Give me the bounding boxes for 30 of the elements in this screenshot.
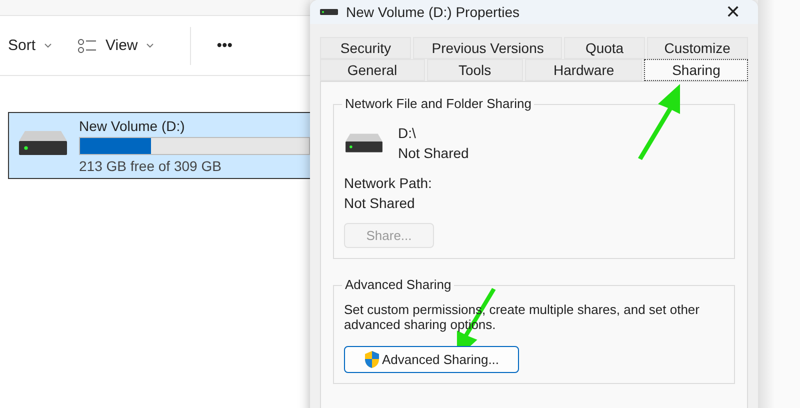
share-path: D:\ — [398, 125, 417, 141]
chevron-icon — [44, 43, 52, 48]
close-button[interactable]: ✕ — [718, 0, 748, 24]
drive-icon — [344, 132, 384, 154]
share-status: Not Shared — [398, 145, 469, 161]
network-path-value: Not Shared — [344, 195, 416, 211]
tab[interactable]: Quota — [564, 37, 645, 59]
tab[interactable]: General — [320, 59, 425, 81]
drive-tile[interactable]: New Volume (D:) 213 GB free of 309 GB — [8, 112, 310, 179]
sort-button[interactable]: Sort — [8, 33, 52, 58]
tab[interactable]: Previous Versions — [413, 37, 562, 59]
group-title: Advanced Sharing — [342, 277, 454, 292]
tab[interactable]: Tools — [426, 59, 524, 81]
chevron-icon — [146, 43, 154, 48]
group-title: Network File and Folder Sharing — [342, 96, 534, 111]
tab[interactable]: Hardware — [525, 59, 642, 81]
shield-icon — [364, 351, 380, 368]
drive-icon — [17, 129, 69, 157]
drive-name: New Volume (D:) — [79, 118, 186, 134]
list-view-icon — [78, 38, 98, 54]
network-path-label: Network Path: — [344, 175, 433, 191]
view-button[interactable]: View — [78, 33, 154, 58]
tab[interactable]: Sharing — [644, 59, 748, 81]
tab[interactable]: Customize — [646, 37, 748, 59]
free-space-text: 213 GB free of 309 GB — [79, 158, 222, 174]
advanced-sharing-button[interactable]: Advanced Sharing... — [344, 346, 519, 373]
window-title: New Volume (D:) Properties — [346, 4, 520, 20]
tab[interactable]: Security — [320, 37, 412, 59]
drive-icon — [320, 9, 338, 15]
more-button[interactable]: ••• — [216, 33, 233, 58]
